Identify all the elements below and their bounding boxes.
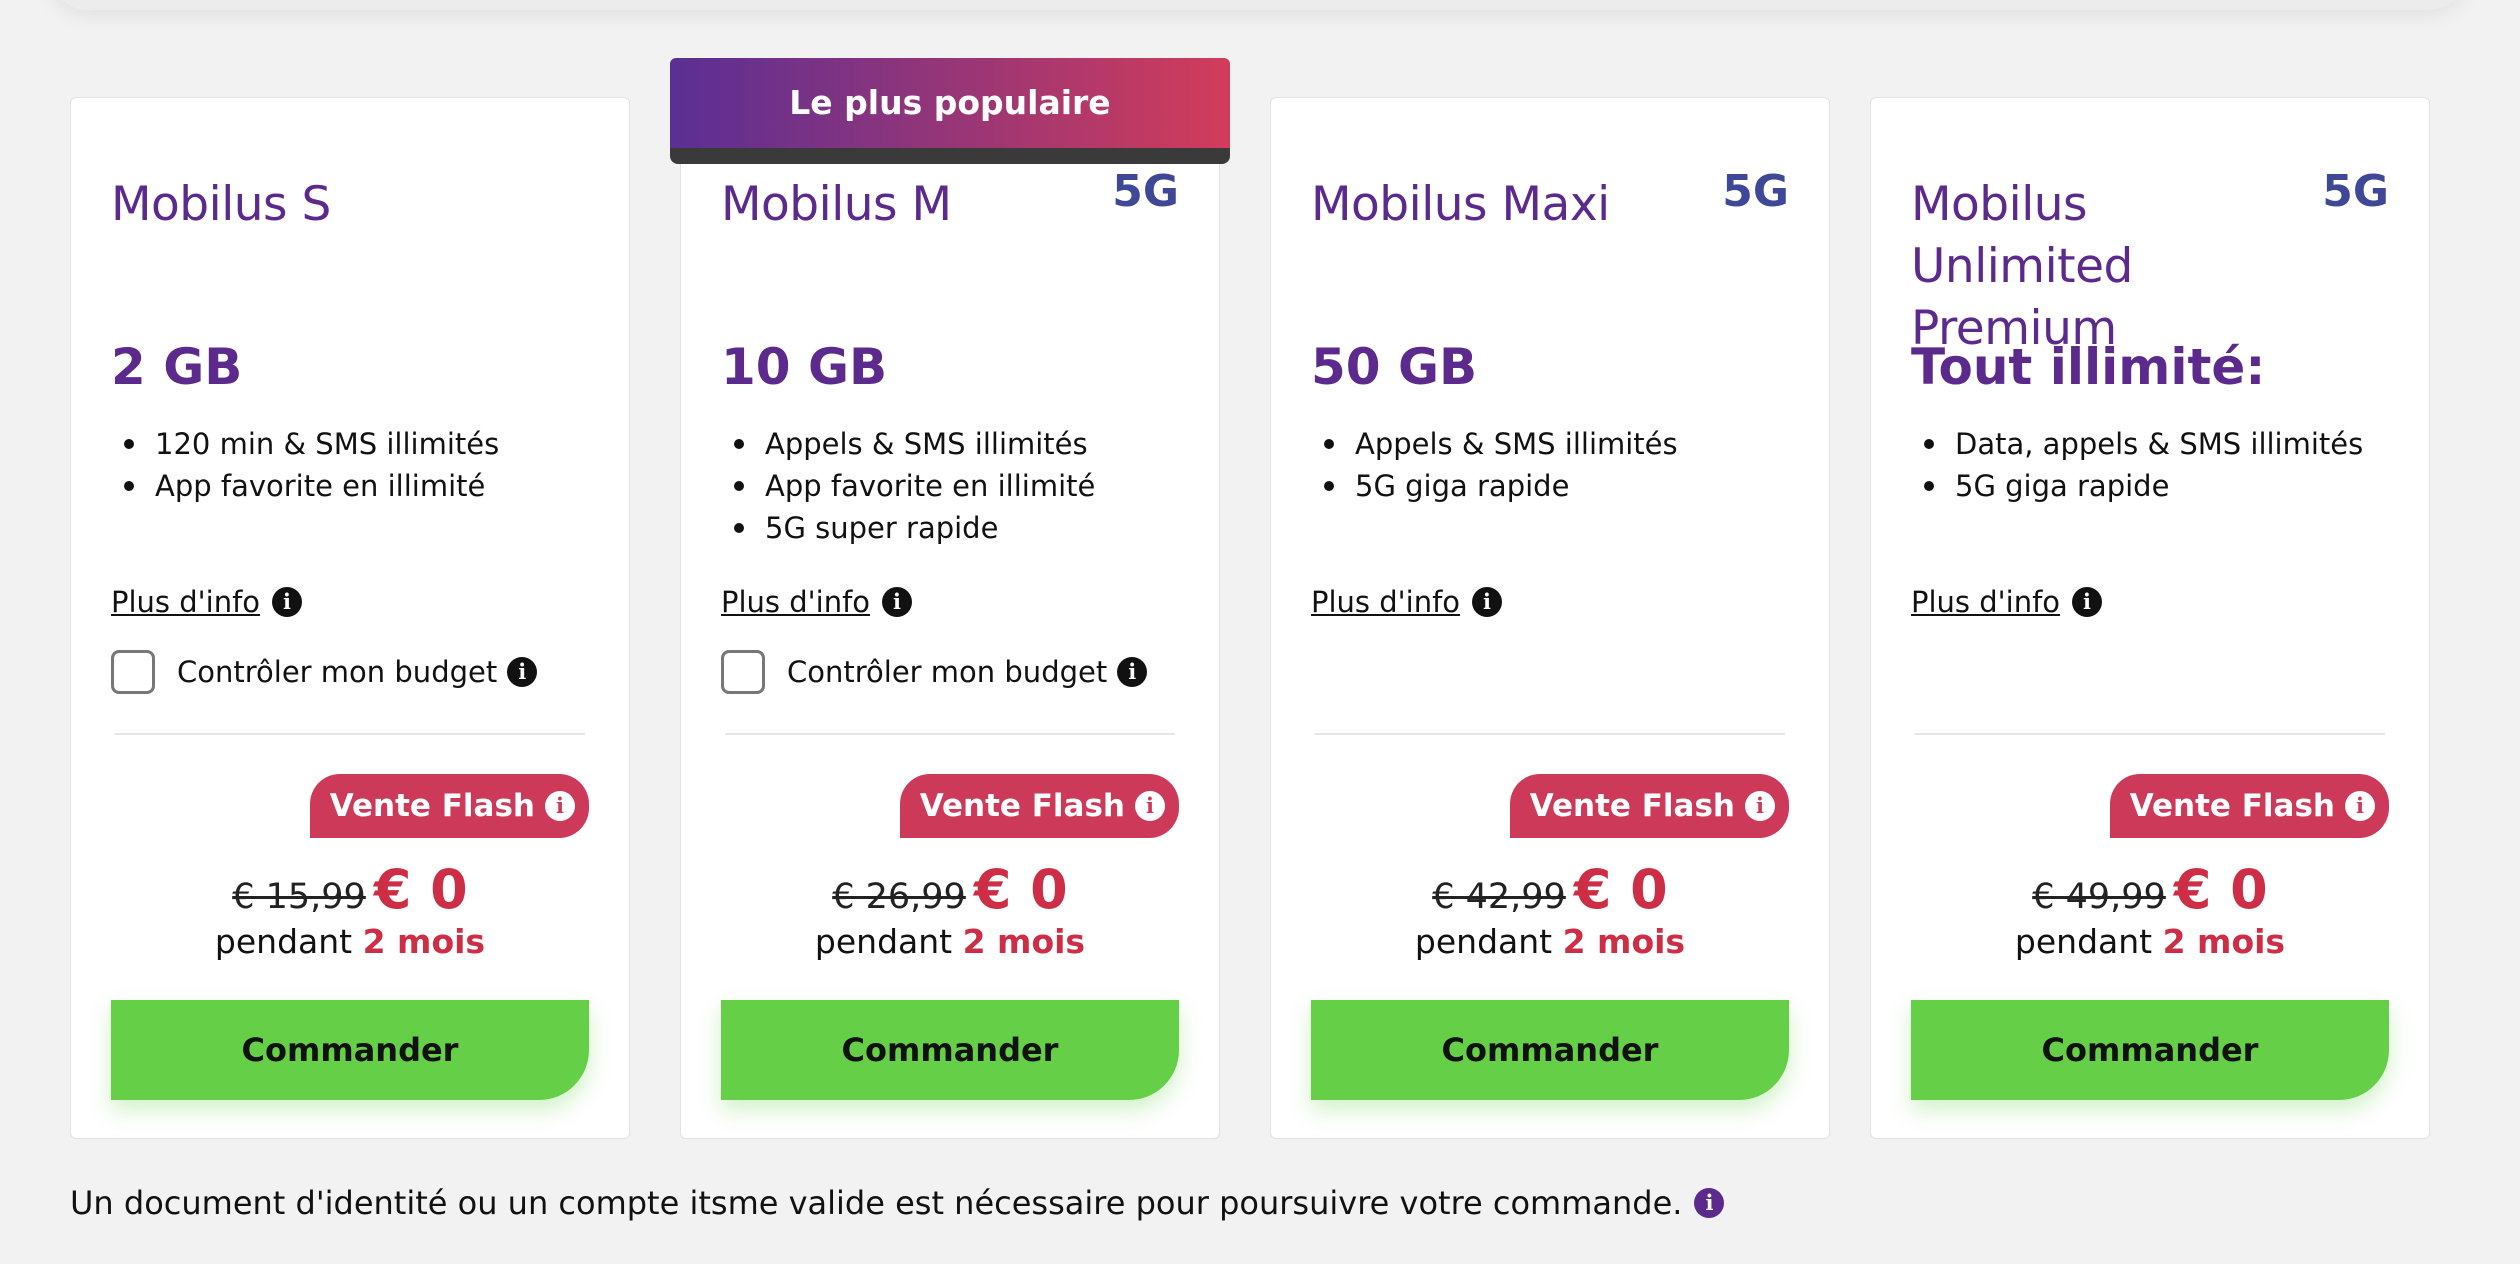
more-info-row: Plus d'info i [1911, 585, 2103, 619]
info-icon[interactable]: i [1745, 791, 1775, 821]
feature-item: 5G super rapide [733, 507, 1095, 549]
promo-period: pendant 2 mois [1311, 922, 1789, 961]
period-duration: 2 mois [362, 922, 486, 961]
order-button[interactable]: Commander [111, 1000, 589, 1100]
budget-checkbox[interactable] [111, 650, 155, 694]
plan-data-amount: 2 GB [111, 338, 243, 396]
period-duration: 2 mois [2162, 922, 2286, 961]
new-price: € 0 [373, 858, 468, 921]
more-info-row: Plus d'info i [111, 585, 303, 619]
period-prefix: pendant [2014, 922, 2153, 961]
new-price: € 0 [2173, 858, 2268, 921]
plan-data-amount: 50 GB [1311, 338, 1478, 396]
flash-sale-label: Vente Flash [329, 788, 535, 824]
feature-item: App favorite en illimité [733, 465, 1095, 507]
plan-card-mobilus-maxi: Mobilus Maxi 5G 50 GB Appels & SMS illim… [1270, 97, 1830, 1139]
period-duration: 2 mois [962, 922, 1086, 961]
5g-badge: 5G [2322, 166, 2389, 217]
more-info-row: Plus d'info i [1311, 585, 1503, 619]
plan-name: Mobilus Maxi [1311, 177, 1610, 232]
more-info-link[interactable]: Plus d'info [721, 585, 870, 619]
info-icon[interactable]: i [1135, 791, 1165, 821]
feature-item: 5G giga rapide [1324, 465, 1678, 507]
promo-period: pendant 2 mois [1911, 922, 2389, 961]
order-button[interactable]: Commander [1311, 1000, 1789, 1100]
identity-note: Un document d'identité ou un compte itsm… [70, 1184, 1725, 1222]
price-row: € 26,99 € 0 [721, 858, 1179, 921]
feature-list: Data, appels & SMS illimités 5G giga rap… [1911, 423, 2363, 507]
feature-list: Appels & SMS illimités App favorite en i… [721, 423, 1095, 549]
feature-item: Appels & SMS illimités [733, 423, 1095, 465]
flash-sale-badge[interactable]: Vente Flash i [1509, 774, 1789, 838]
plan-card-mobilus-s: Mobilus S 2 GB 120 min & SMS illimités A… [70, 97, 630, 1139]
info-icon[interactable]: i [272, 587, 303, 617]
top-panel-shadow [48, 0, 2468, 10]
period-duration: 2 mois [1562, 922, 1686, 961]
flash-sale-label: Vente Flash [1529, 788, 1735, 824]
info-icon[interactable]: i [2345, 791, 2375, 821]
new-price: € 0 [973, 858, 1068, 921]
budget-control-row: Contrôler mon budget i [721, 650, 1148, 694]
feature-item: Appels & SMS illimités [1324, 423, 1678, 465]
plan-data-amount: Tout illimité: [1911, 338, 2266, 396]
info-icon[interactable]: i [507, 657, 538, 687]
period-prefix: pendant [814, 922, 953, 961]
divider [725, 733, 1175, 735]
plan-name: Mobilus M [721, 177, 952, 232]
divider [1915, 733, 2385, 735]
info-icon[interactable]: i [882, 587, 913, 617]
feature-item: Data, appels & SMS illimités [1923, 423, 2363, 465]
5g-badge: 5G [1112, 166, 1179, 217]
flash-sale-badge[interactable]: Vente Flash i [899, 774, 1179, 838]
old-price: € 42,99 [1432, 877, 1566, 917]
identity-note-text: Un document d'identité ou un compte itsm… [70, 1184, 1683, 1222]
info-icon[interactable]: i [2072, 587, 2103, 617]
price-row: € 49,99 € 0 [1911, 858, 2389, 921]
old-price: € 15,99 [232, 877, 366, 917]
plan-card-mobilus-unlimited-premium: Mobilus Unlimited Premium 5G Tout illimi… [1870, 97, 2430, 1139]
divider [1315, 733, 1785, 735]
more-info-link[interactable]: Plus d'info [1911, 585, 2060, 619]
more-info-row: Plus d'info i [721, 585, 913, 619]
new-price: € 0 [1573, 858, 1668, 921]
old-price: € 49,99 [2032, 877, 2166, 917]
flash-sale-badge[interactable]: Vente Flash i [309, 774, 589, 838]
5g-badge: 5G [1722, 166, 1789, 217]
order-button[interactable]: Commander [1911, 1000, 2389, 1100]
budget-label: Contrôler mon budget [787, 655, 1108, 689]
plan-card-mobilus-m: Mobilus M 5G 10 GB Appels & SMS illimité… [680, 97, 1220, 1139]
feature-list: Appels & SMS illimités 5G giga rapide [1311, 423, 1678, 507]
feature-item: App favorite en illimité [123, 465, 499, 507]
plan-name: Mobilus S [111, 177, 331, 232]
info-icon[interactable]: i [1472, 587, 1503, 617]
flash-sale-label: Vente Flash [919, 788, 1125, 824]
budget-control-row: Contrôler mon budget i [111, 650, 538, 694]
info-icon[interactable]: i [1694, 1188, 1725, 1218]
flash-sale-label: Vente Flash [2129, 788, 2335, 824]
plan-data-amount: 10 GB [721, 338, 888, 396]
divider [115, 733, 585, 735]
price-row: € 42,99 € 0 [1311, 858, 1789, 921]
old-price: € 26,99 [832, 877, 966, 917]
budget-checkbox[interactable] [721, 650, 765, 694]
info-icon[interactable]: i [1117, 657, 1148, 687]
popular-ribbon: Le plus populaire [670, 58, 1230, 148]
period-prefix: pendant [1414, 922, 1553, 961]
order-button[interactable]: Commander [721, 1000, 1179, 1100]
promo-period: pendant 2 mois [721, 922, 1179, 961]
feature-list: 120 min & SMS illimités App favorite en … [111, 423, 499, 507]
feature-item: 120 min & SMS illimités [123, 423, 499, 465]
more-info-link[interactable]: Plus d'info [111, 585, 260, 619]
more-info-link[interactable]: Plus d'info [1311, 585, 1460, 619]
flash-sale-badge[interactable]: Vente Flash i [2109, 774, 2389, 838]
plan-name: Mobilus Unlimited Premium [1911, 177, 2133, 356]
promo-period: pendant 2 mois [111, 922, 589, 961]
feature-item: 5G giga rapide [1923, 465, 2363, 507]
budget-label: Contrôler mon budget [177, 655, 498, 689]
price-row: € 15,99 € 0 [111, 858, 589, 921]
info-icon[interactable]: i [545, 791, 575, 821]
period-prefix: pendant [214, 922, 353, 961]
